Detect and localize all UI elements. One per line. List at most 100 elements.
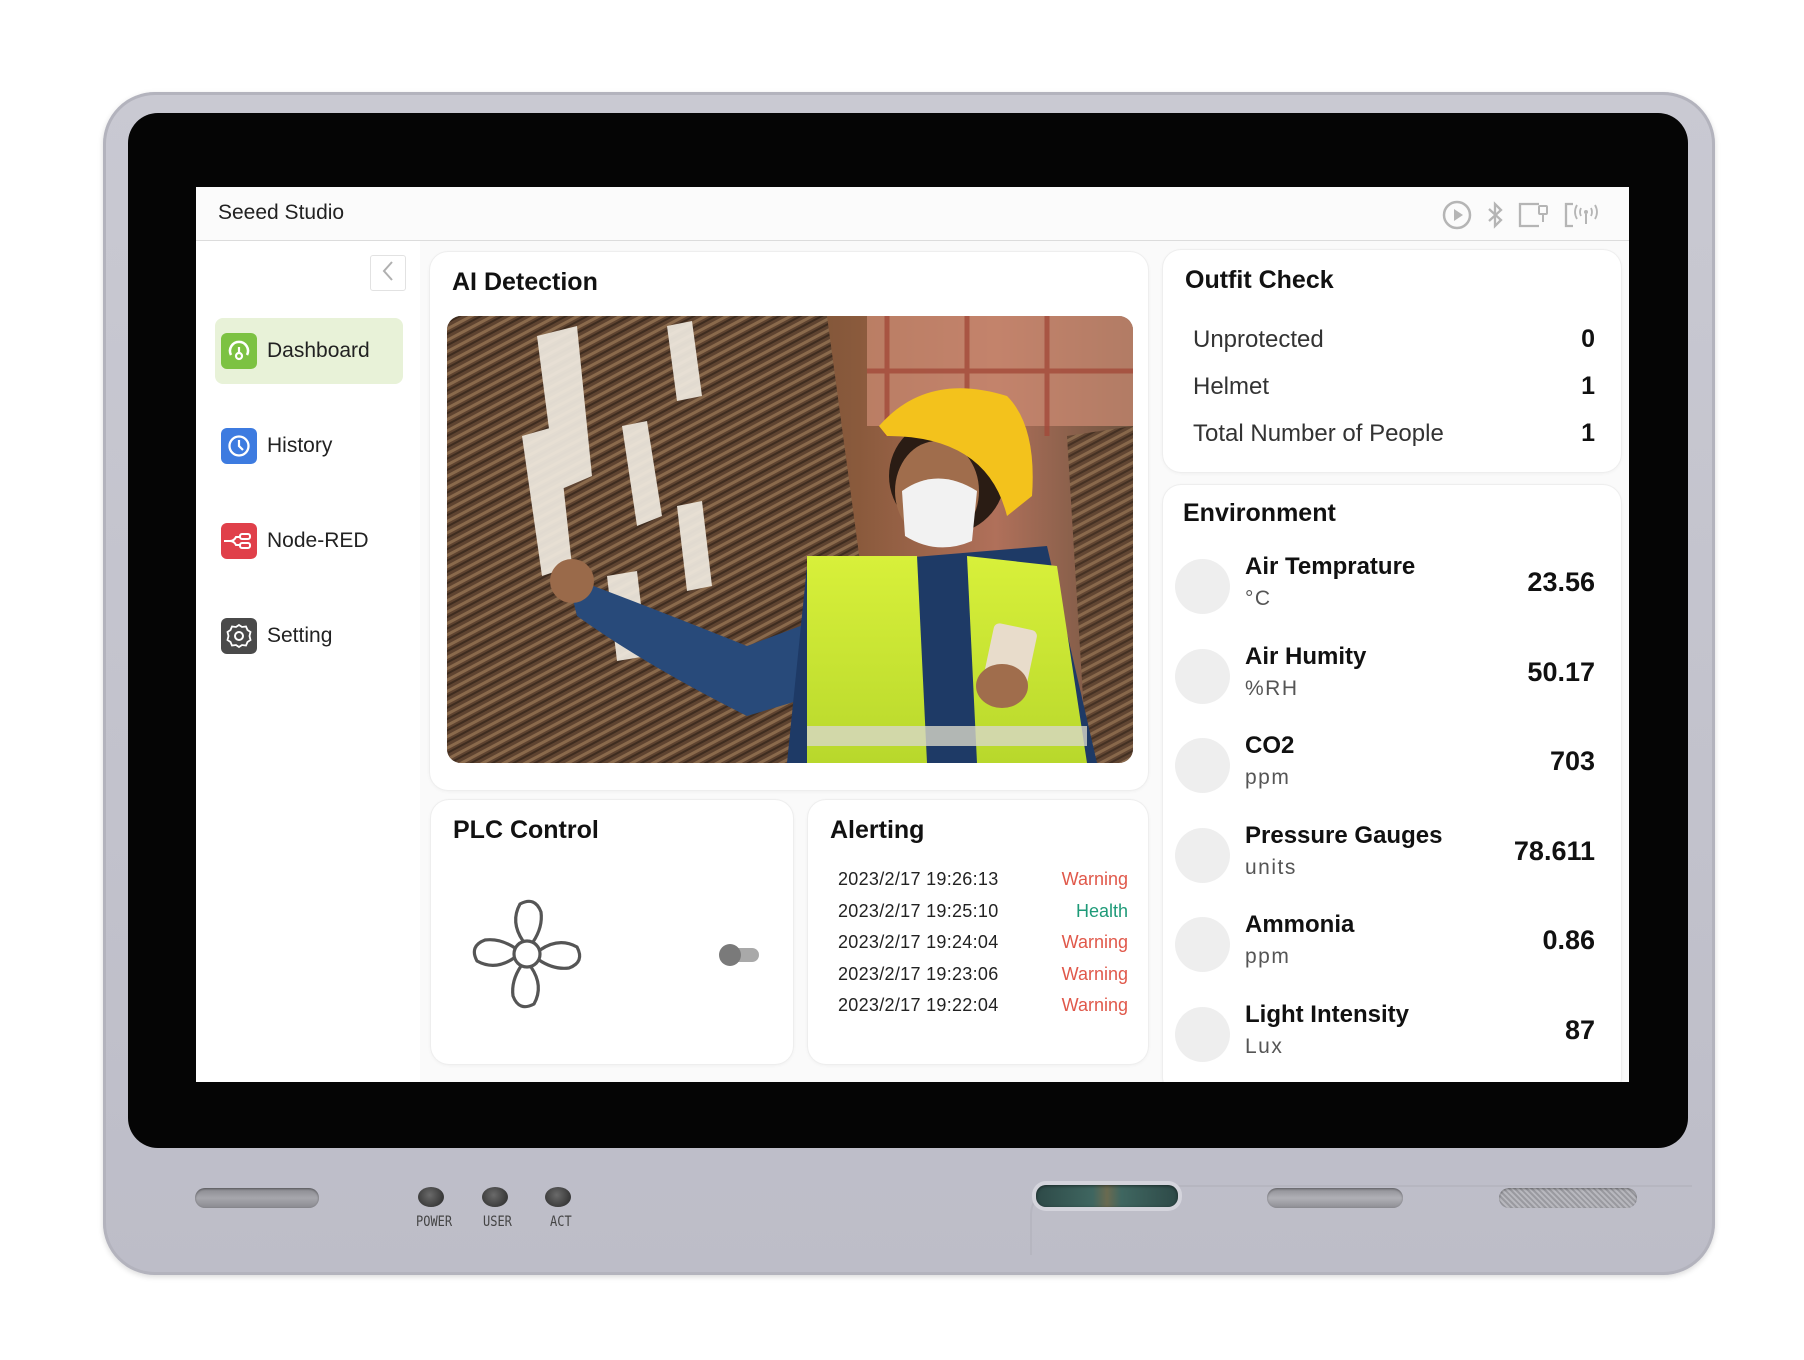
alerting-title: Alerting bbox=[830, 816, 925, 844]
environment-title: Environment bbox=[1183, 499, 1336, 527]
fan-icon bbox=[465, 892, 589, 1021]
env-name: CO2 bbox=[1245, 732, 1295, 759]
sidebar: Dashboard History Node-RED Setting bbox=[196, 241, 420, 1082]
sensor-icon-placeholder bbox=[1175, 827, 1230, 883]
env-value: 50.17 bbox=[1527, 656, 1595, 687]
sensor-icon-placeholder bbox=[1175, 917, 1230, 972]
env-row-pressure-gauges: Pressure Gauges units 78.611 bbox=[1175, 816, 1595, 906]
ethernet-icon[interactable] bbox=[1517, 200, 1551, 230]
env-value: 23.56 bbox=[1527, 567, 1595, 597]
sidebar-item-setting[interactable]: Setting bbox=[215, 603, 403, 669]
outfit-value: 1 bbox=[1581, 372, 1595, 400]
clock-icon bbox=[221, 428, 257, 464]
speaker-grille-right bbox=[1499, 1188, 1637, 1208]
env-unit: units bbox=[1245, 855, 1297, 879]
sidebar-item-history[interactable]: History bbox=[215, 413, 403, 479]
alerting-card: Alerting 2023/2/17 19:26:13 Warning 2023… bbox=[808, 800, 1148, 1064]
ai-detection-title: AI Detection bbox=[452, 268, 598, 296]
outfit-row-helmet: Helmet 1 bbox=[1193, 363, 1595, 410]
env-row-air-temperature: Air Temprature °C 23.56 bbox=[1175, 547, 1595, 637]
env-row-co2: CO2 ppm 703 bbox=[1175, 726, 1595, 816]
wireless-icon[interactable] bbox=[1563, 200, 1601, 230]
alert-row[interactable]: 2023/2/17 19:26:13 Warning bbox=[838, 864, 1128, 896]
outfit-value: 1 bbox=[1581, 419, 1595, 447]
act-led bbox=[545, 1187, 571, 1207]
env-name: Ammonia bbox=[1245, 911, 1355, 938]
dashboard-gauge-icon bbox=[221, 333, 257, 369]
sensor-icon-placeholder bbox=[1175, 1006, 1230, 1062]
speaker-grille-left bbox=[195, 1188, 319, 1208]
alert-status-warning: Warning bbox=[1061, 963, 1128, 984]
env-row-light-intensity: Light Intensity Lux 87 bbox=[1175, 995, 1595, 1083]
sidebar-item-label: History bbox=[267, 434, 333, 457]
camera-sensor-window bbox=[1036, 1185, 1178, 1207]
outfit-row-unprotected: Unprotected 0 bbox=[1193, 316, 1595, 363]
brand-title: Seeed Studio bbox=[218, 201, 345, 224]
ai-detection-camera-feed[interactable] bbox=[447, 316, 1133, 763]
act-led-label: ACT bbox=[550, 1212, 572, 1230]
outfit-label: Total Number of People bbox=[1193, 419, 1444, 447]
alert-status-warning: Warning bbox=[1061, 995, 1128, 1016]
outfit-label: Unprotected bbox=[1193, 325, 1324, 353]
chevron-left-icon bbox=[380, 259, 396, 288]
sidebar-item-node-red[interactable]: Node-RED bbox=[215, 508, 403, 574]
outfit-label: Helmet bbox=[1193, 372, 1270, 400]
ai-detection-card: AI Detection bbox=[430, 252, 1148, 790]
user-led bbox=[482, 1187, 508, 1207]
env-name: Light Intensity bbox=[1245, 1000, 1409, 1028]
app-screen: Seeed Studio Dashboard History Node-RED … bbox=[196, 187, 1629, 1082]
sidebar-item-label: Setting bbox=[267, 624, 333, 647]
alert-row[interactable]: 2023/2/17 19:24:04 Warning bbox=[838, 927, 1128, 959]
env-name: Air Humity bbox=[1245, 642, 1367, 670]
sensor-icon-placeholder bbox=[1175, 559, 1230, 614]
env-name: Pressure Gauges bbox=[1245, 821, 1443, 849]
alert-row[interactable]: 2023/2/17 19:23:06 Warning bbox=[838, 959, 1128, 991]
alert-list: 2023/2/17 19:26:13 Warning 2023/2/17 19:… bbox=[838, 864, 1128, 1022]
environment-list: Air Temprature °C 23.56 Air Humity %RH 5… bbox=[1175, 547, 1595, 1082]
sensor-icon-placeholder bbox=[1175, 648, 1230, 704]
env-unit: °C bbox=[1245, 587, 1272, 610]
env-unit: ppm bbox=[1245, 945, 1291, 968]
env-value: 87 bbox=[1564, 1014, 1595, 1045]
alert-status-health: Health bbox=[1075, 900, 1128, 921]
alert-time: 2023/2/17 19:24:04 bbox=[838, 932, 999, 953]
outfit-check-card: Outfit Check Unprotected 0 Helmet 1 Tota… bbox=[1163, 250, 1621, 472]
toggle-knob bbox=[719, 944, 741, 966]
status-icons bbox=[1441, 199, 1601, 231]
sidebar-item-label: Dashboard bbox=[267, 339, 370, 362]
alert-row[interactable]: 2023/2/17 19:22:04 Warning bbox=[838, 990, 1128, 1022]
plc-control-card: PLC Control bbox=[431, 800, 793, 1064]
alert-time: 2023/2/17 19:23:06 bbox=[838, 963, 999, 984]
outfit-row-total-people: Total Number of People 1 bbox=[1193, 410, 1595, 457]
alert-time: 2023/2/17 19:25:10 bbox=[838, 900, 999, 921]
fan-toggle-switch[interactable] bbox=[719, 944, 759, 966]
gear-icon bbox=[221, 618, 257, 654]
env-name: Air Temprature bbox=[1245, 553, 1416, 580]
sidebar-collapse-button[interactable] bbox=[370, 255, 406, 291]
user-led-label: USER bbox=[483, 1212, 512, 1230]
alert-status-warning: Warning bbox=[1061, 869, 1128, 890]
outfit-check-title: Outfit Check bbox=[1185, 266, 1334, 294]
alert-time: 2023/2/17 19:26:13 bbox=[838, 869, 999, 890]
alert-row[interactable]: 2023/2/17 19:25:10 Health bbox=[838, 896, 1128, 928]
env-row-ammonia: Ammonia ppm 0.86 bbox=[1175, 905, 1595, 995]
sensor-icon-placeholder bbox=[1175, 738, 1230, 793]
alert-status-warning: Warning bbox=[1061, 932, 1128, 953]
app-header: Seeed Studio bbox=[196, 187, 1629, 241]
outfit-list: Unprotected 0 Helmet 1 Total Number of P… bbox=[1193, 316, 1595, 457]
alert-time: 2023/2/17 19:22:04 bbox=[838, 995, 999, 1016]
env-unit: ppm bbox=[1245, 766, 1291, 789]
bluetooth-icon[interactable] bbox=[1485, 200, 1505, 230]
power-led-label: POWER bbox=[416, 1212, 453, 1230]
sidebar-item-label: Node-RED bbox=[267, 529, 369, 552]
env-value: 78.611 bbox=[1513, 835, 1595, 866]
sidebar-item-dashboard[interactable]: Dashboard bbox=[215, 318, 403, 384]
speaker-grille-center bbox=[1267, 1188, 1403, 1208]
env-value: 703 bbox=[1549, 746, 1595, 776]
env-value: 0.86 bbox=[1542, 925, 1595, 955]
env-unit: Lux bbox=[1245, 1034, 1284, 1058]
env-unit: %RH bbox=[1245, 676, 1299, 700]
environment-card: Environment Air Temprature °C 23.56 Air … bbox=[1163, 485, 1621, 1082]
play-circle-icon[interactable] bbox=[1441, 199, 1473, 231]
power-led bbox=[418, 1187, 444, 1207]
